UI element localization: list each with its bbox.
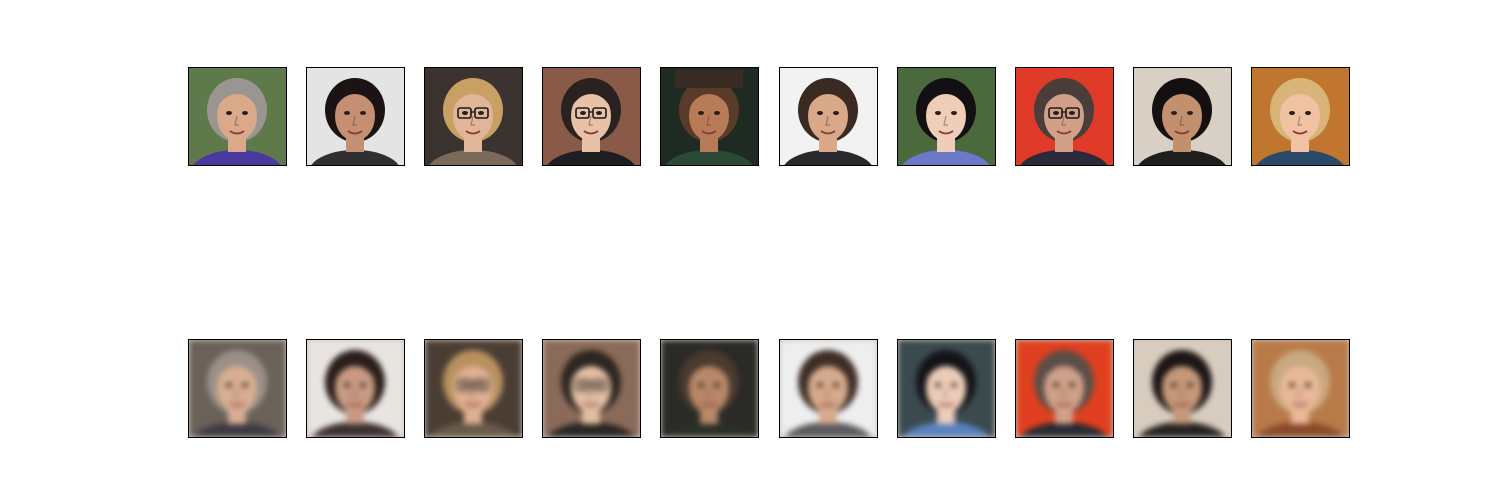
face-eye-right (714, 111, 720, 115)
original-face-image-3 (424, 67, 523, 166)
face-eye-right (360, 383, 366, 387)
original-face-image-9 (1133, 67, 1232, 166)
face-eye-left (344, 111, 350, 115)
face-eye-left (698, 383, 704, 387)
reconstructed-face-image-1 (188, 339, 287, 438)
reconstructed-face-image-10 (1251, 339, 1350, 438)
face-eye-right (714, 383, 720, 387)
reconstructed-face-image-2 (306, 339, 405, 438)
face-eye-right (951, 111, 957, 115)
reconstructed-face-image-9 (1133, 339, 1232, 438)
face-eye-left (580, 111, 586, 115)
face-eye-left (1053, 111, 1059, 115)
reconstructed-faces-row (188, 339, 1351, 439)
face-eye-left (817, 383, 823, 387)
face-eye-right (1305, 383, 1311, 387)
face-eye-left (580, 383, 586, 387)
face-eye-left (226, 383, 232, 387)
graduation-cap (675, 70, 743, 88)
reconstructed-face-image-3 (424, 339, 523, 438)
face-eye-right (242, 383, 248, 387)
face-eye-right (478, 111, 484, 115)
face-eye-right (1069, 111, 1075, 115)
face-eye-right (1305, 111, 1311, 115)
face-eye-right (1069, 383, 1075, 387)
face-eye-right (242, 111, 248, 115)
original-face-image-1 (188, 67, 287, 166)
face-eye-left (817, 111, 823, 115)
original-faces-row (188, 67, 1351, 167)
face-eye-left (462, 111, 468, 115)
face-eye-right (478, 383, 484, 387)
reconstructed-face-image-5 (660, 339, 759, 438)
original-face-image-7 (897, 67, 996, 166)
face-eye-right (833, 111, 839, 115)
face-eye-right (360, 111, 366, 115)
reconstructed-face-image-7 (897, 339, 996, 438)
face-eye-left (935, 111, 941, 115)
face-eye-left (226, 111, 232, 115)
face-eye-right (833, 383, 839, 387)
face-eye-left (698, 111, 704, 115)
original-face-image-8 (1015, 67, 1114, 166)
reconstructed-face-image-6 (779, 339, 878, 438)
face-eye-left (344, 383, 350, 387)
face-eye-left (1171, 383, 1177, 387)
face-eye-left (935, 383, 941, 387)
original-face-image-5 (660, 67, 759, 166)
face-eye-right (1187, 383, 1193, 387)
face-eye-right (596, 111, 602, 115)
figure-canvas (0, 0, 1500, 500)
face-eye-left (1053, 383, 1059, 387)
face-eye-right (951, 383, 957, 387)
original-face-image-10 (1251, 67, 1350, 166)
face-eye-left (462, 383, 468, 387)
face-eye-right (596, 383, 602, 387)
reconstructed-face-image-4 (542, 339, 641, 438)
reconstructed-face-image-8 (1015, 339, 1114, 438)
face-eye-left (1289, 111, 1295, 115)
original-face-image-6 (779, 67, 878, 166)
face-eye-left (1171, 111, 1177, 115)
original-face-image-4 (542, 67, 641, 166)
face-eye-left (1289, 383, 1295, 387)
original-face-image-2 (306, 67, 405, 166)
face-eye-right (1187, 111, 1193, 115)
